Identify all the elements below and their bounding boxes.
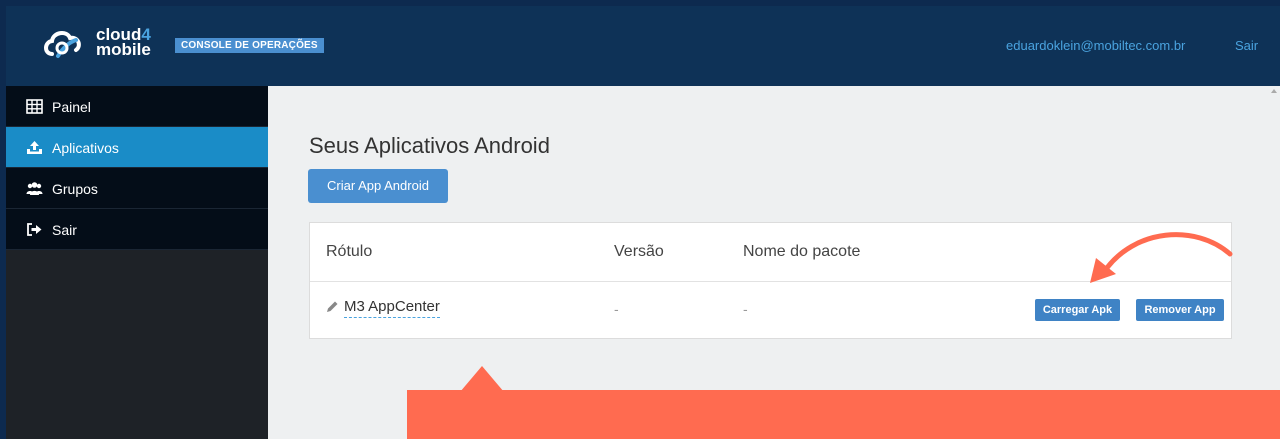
top-header: cloud4 mobile CONSOLE DE OPERAÇÕES eduar…	[6, 6, 1280, 86]
callout-pointer-shape	[460, 366, 504, 392]
app-label-editable[interactable]: M3 AppCenter	[344, 298, 440, 318]
users-icon	[26, 182, 43, 195]
remove-app-button[interactable]: Remover App	[1136, 299, 1224, 321]
user-email-link[interactable]: eduardoklein@mobiltec.com.br	[1006, 38, 1185, 53]
sign-out-icon	[27, 223, 42, 236]
app-version-cell: -	[614, 301, 619, 317]
app-package-cell: -	[743, 301, 748, 317]
sidebar: Painel Aplicativos Grupos Sair	[6, 86, 268, 439]
upload-apk-button[interactable]: Carregar Apk	[1035, 299, 1120, 321]
column-header-label[interactable]: Rótulo	[326, 243, 372, 261]
page-title: Seus Aplicativos Android	[309, 133, 550, 158]
scroll-up-arrow-icon[interactable]	[1271, 88, 1277, 94]
logo-word-mobile: mobile	[96, 40, 151, 59]
sidebar-item-label: Painel	[52, 99, 91, 115]
cloud4mobile-logo[interactable]: cloud4 mobile	[40, 24, 160, 64]
curved-arrow-annotation-icon	[1090, 232, 1233, 283]
app-window: cloud4 mobile CONSOLE DE OPERAÇÕES eduar…	[6, 6, 1280, 439]
sidebar-item-sair[interactable]: Sair	[6, 209, 268, 250]
logout-link[interactable]: Sair	[1235, 38, 1258, 53]
column-header-package[interactable]: Nome do pacote	[743, 243, 860, 261]
sidebar-item-label: Aplicativos	[52, 140, 119, 156]
sidebar-item-label: Sair	[52, 222, 77, 238]
sidebar-item-aplicativos[interactable]: Aplicativos	[6, 127, 268, 168]
console-badge: CONSOLE DE OPERAÇÕES	[175, 38, 324, 53]
cloud-logo-icon	[44, 31, 81, 58]
upload-icon	[27, 141, 42, 154]
callout-box	[407, 390, 1280, 439]
table-grid-icon	[26, 99, 43, 114]
sidebar-item-grupos[interactable]: Grupos	[6, 168, 268, 209]
sidebar-item-label: Grupos	[52, 181, 98, 197]
pencil-icon[interactable]	[326, 300, 339, 313]
logo-wordmark: cloud4 mobile	[96, 26, 151, 59]
sidebar-item-painel[interactable]: Painel	[6, 86, 268, 127]
column-header-version[interactable]: Versão	[614, 243, 664, 261]
create-android-app-button[interactable]: Criar App Android	[308, 169, 448, 203]
